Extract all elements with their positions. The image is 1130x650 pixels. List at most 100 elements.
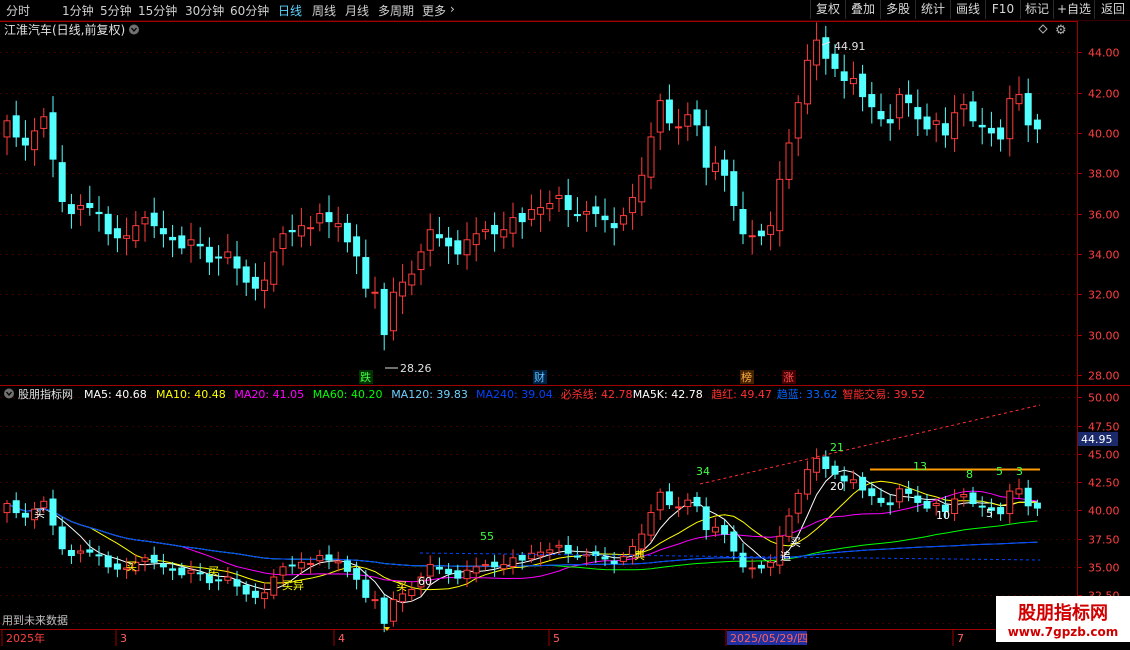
axis-tick-label: 30.00 [1088,330,1120,343]
candle [297,225,305,237]
event-marker-rise[interactable]: 涨 [783,371,794,384]
signal-label: 买 [126,560,137,573]
candle [785,142,793,180]
ind-candle [693,496,701,507]
event-marker-finance[interactable]: 财 [534,370,545,384]
watermark-name: 股朋指标网 [1018,603,1108,624]
candle [12,115,20,138]
ind-candle [1033,502,1041,509]
candle [169,236,177,241]
ind-candle [619,556,627,562]
candle [251,276,259,289]
candle [481,229,489,233]
ind-candle [49,498,57,526]
ind-candle [849,479,857,484]
ind-candle [233,579,241,587]
candle [113,228,121,239]
watermark-url: www.7gpzb.com [1007,625,1119,639]
ind-candle [58,526,66,550]
ind-candle [95,554,103,557]
ind-candle [923,500,931,509]
stock-chart[interactable]: 28.00 30.00 32.00 34.00 36.00 38.00 40.00 42.00… [0,0,1130,650]
axis-tick-label: 32.00 [1088,289,1120,302]
candle [1033,119,1041,130]
candle [242,266,250,283]
candle [463,239,471,256]
axis-tick-label: 45.00 [1088,449,1120,462]
candle [325,212,333,223]
axis-tick-label: 37.50 [1088,534,1120,547]
candle [573,214,581,217]
ind-candle [445,568,453,575]
candle [132,225,140,242]
ind-candle [859,476,867,491]
candle [859,73,867,98]
candle [389,291,397,332]
candle [895,94,903,119]
candle [840,71,848,81]
watermark: 股朋指标网 www.7gpzb.com [996,596,1130,642]
signal-label: 5 [986,507,993,520]
chevron-down-icon[interactable] [129,24,139,35]
ind-candle [261,592,269,600]
candle [31,130,39,151]
ind-candle [757,564,765,569]
ind-candle [481,564,489,567]
time-label: 3 [120,632,127,645]
main-price-axis: 28.00 30.00 32.00 34.00 36.00 38.00 40.00 42.00… [1077,47,1120,383]
candle [288,229,296,233]
candle [233,256,241,269]
indicator-menu-icon[interactable] [4,388,14,399]
ind-candle [1024,487,1032,507]
candle [472,233,480,246]
ind-candle [408,588,416,597]
signal-label: 追 [780,549,791,563]
candle [794,102,802,139]
candle [123,235,131,239]
candle [564,195,572,211]
signal-label: 13 [913,460,927,473]
candle [987,127,995,134]
ind-candle [803,469,811,495]
ind-candle [748,567,756,570]
candle [491,224,499,235]
candle [205,246,213,263]
candle [555,194,563,199]
candle [813,39,821,66]
ind-candle [684,499,692,508]
settings-icon[interactable]: ⚙ [1055,23,1067,38]
diamond-icon[interactable] [1038,24,1048,34]
time-label: 2025年 [6,631,45,645]
ind-candle [997,507,1005,515]
ind-candle [1015,488,1023,495]
ind-candle [297,561,305,569]
main-candles [3,22,1041,351]
candle [454,240,462,255]
candle [270,251,278,285]
candle [592,206,600,215]
signal-label: 买异 [282,579,304,592]
ind-candle [399,593,407,603]
signal-label: 8 [966,468,973,481]
indicator-axis: 30.0032.5035.0037.5040.0042.5045.0047.50… [1077,392,1120,631]
candle [629,196,637,214]
signal-label: 3 [1016,465,1023,478]
ind-candle [509,557,517,567]
ind-candle [656,491,664,511]
candle [77,205,85,210]
candle [343,222,351,243]
candle [445,237,453,247]
candle [86,203,94,209]
ind-candle [454,570,462,579]
signal-label: 典 [634,548,645,562]
ind-candle [159,563,167,568]
event-marker-list[interactable]: 榜 [741,370,752,384]
indicator-legend-item: MA240: 39.04 [476,388,553,401]
event-marker-drop[interactable]: 跌 [360,370,371,384]
candle [178,235,186,249]
ind-candle [491,561,499,568]
candle [49,112,57,160]
candle [307,227,315,230]
signal-label: 55 [480,530,494,543]
ind-candle [288,564,296,567]
